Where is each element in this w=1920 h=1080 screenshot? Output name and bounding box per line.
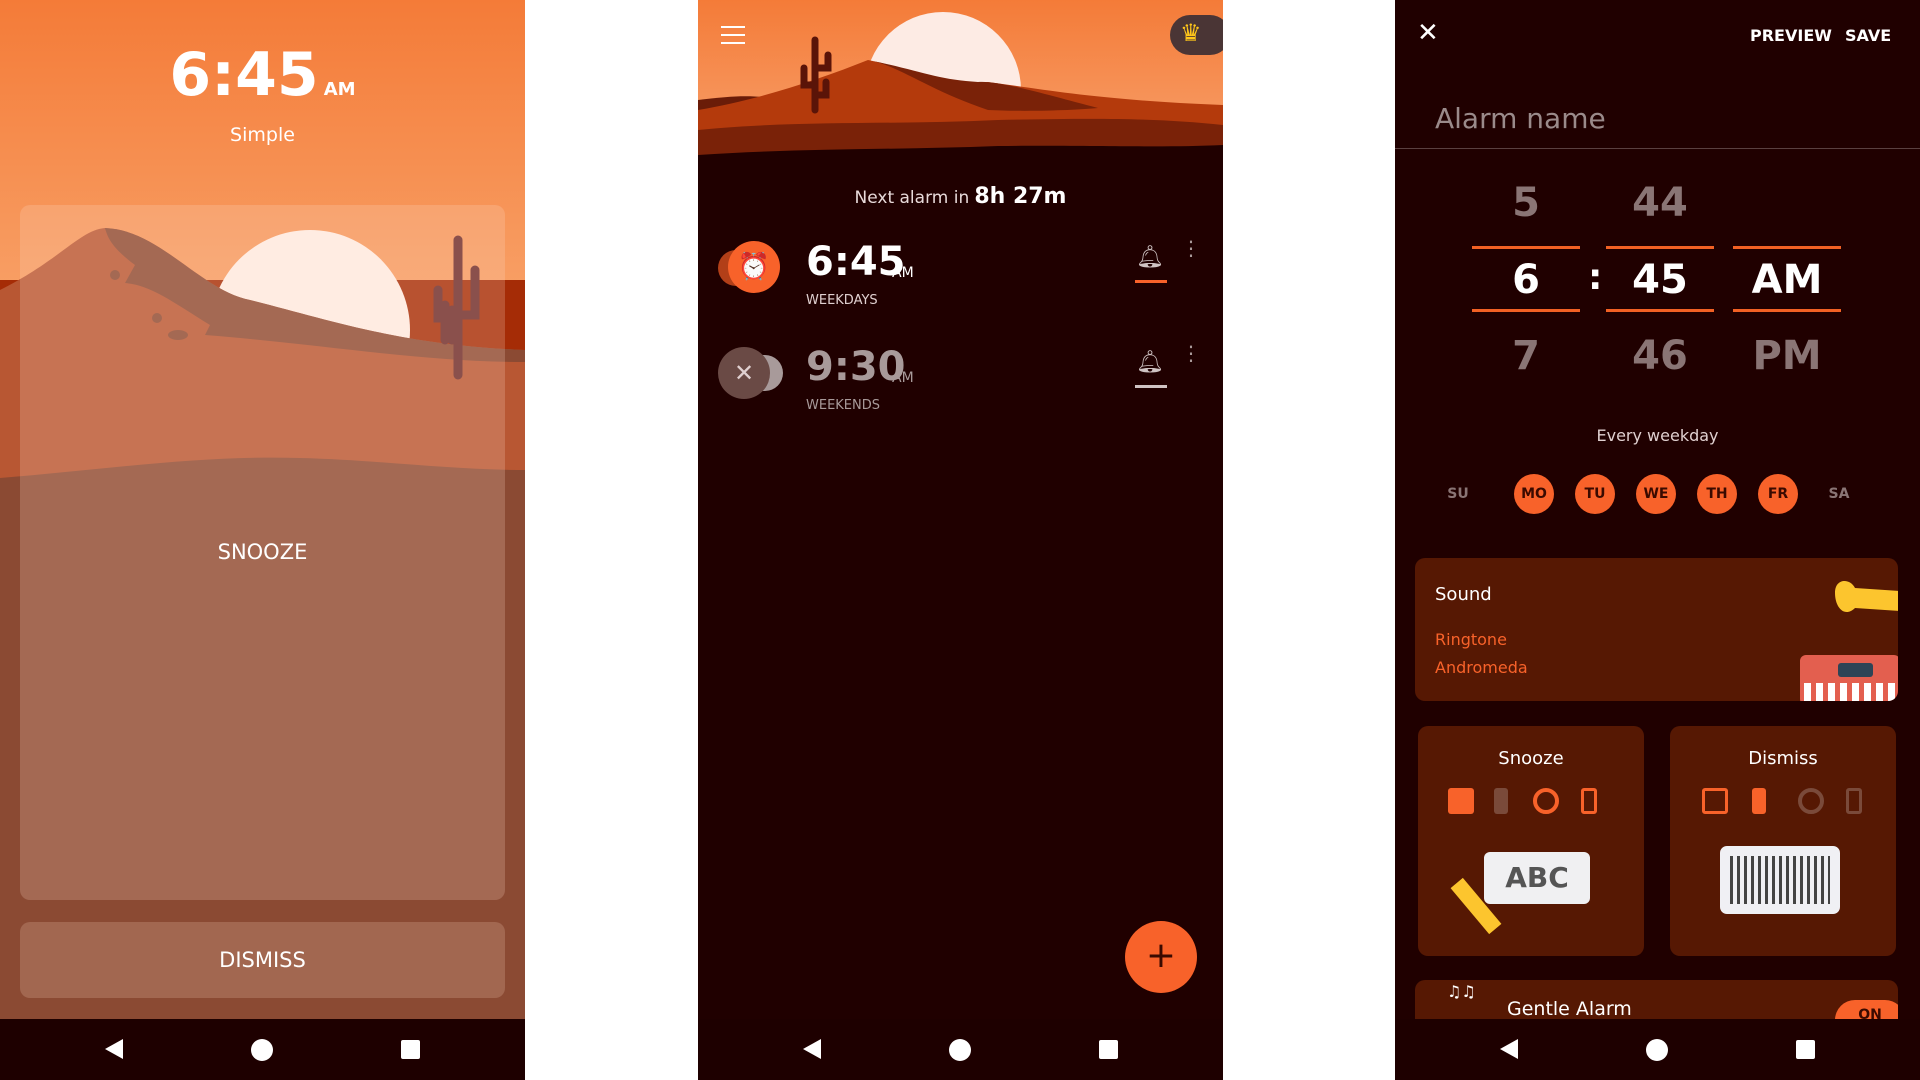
alarm-clock-icon[interactable]: ⏰ <box>728 241 780 293</box>
alarm-list-screen: ♛ Next alarm in 8h 27m ⏰ 6:45 AM WEEKDAY… <box>698 0 1223 1080</box>
minute-selected[interactable]: 45 <box>1606 257 1714 303</box>
recents-icon[interactable] <box>401 1040 420 1059</box>
nav-bar <box>1395 1019 1920 1080</box>
snooze-label: SNOOZE <box>217 540 308 564</box>
alarm-time: 6:45 <box>806 239 906 285</box>
back-icon[interactable] <box>105 1039 123 1059</box>
barcode-illustration <box>1720 846 1840 914</box>
dismiss-card[interactable]: Dismiss <box>1670 726 1896 956</box>
menu-button[interactable] <box>721 26 746 46</box>
time-separator: : <box>1588 257 1603 298</box>
picker-line <box>1472 246 1580 249</box>
back-icon[interactable] <box>803 1039 821 1059</box>
day-thursday[interactable]: TH <box>1697 474 1737 514</box>
home-icon[interactable] <box>949 1039 971 1061</box>
next-alarm-info: Next alarm in 8h 27m <box>698 184 1223 209</box>
recents-icon[interactable] <box>1796 1040 1815 1059</box>
menu-icon <box>721 26 745 28</box>
volume-button-icon <box>1494 788 1508 814</box>
instruments-illustration <box>1800 581 1898 701</box>
abc-puzzle-illustration: ABC <box>1484 852 1590 904</box>
menu-icon-bar <box>721 42 745 44</box>
power-button-icon <box>1533 788 1559 814</box>
volume-button-icon <box>1752 788 1766 814</box>
dismiss-label: DISMISS <box>219 948 306 972</box>
bell-icon[interactable]: 🔔︎ <box>1136 350 1164 375</box>
minute-next[interactable]: 46 <box>1606 333 1714 379</box>
sound-title: Sound <box>1435 584 1492 605</box>
disabled-x-icon[interactable]: ✕ <box>718 347 770 399</box>
dismiss-button[interactable]: DISMISS <box>20 922 505 998</box>
premium-button[interactable]: ♛ <box>1170 15 1223 55</box>
alarm-ampm: AM <box>892 370 914 386</box>
menu-icon-bar <box>721 34 745 36</box>
snooze-card[interactable]: Snooze ABC <box>1418 726 1644 956</box>
dismiss-title: Dismiss <box>1748 748 1818 769</box>
home-icon[interactable] <box>251 1039 273 1061</box>
shake-icon <box>1581 788 1597 814</box>
close-icon[interactable]: ✕ <box>1417 18 1439 48</box>
alarm-repeat: WEEKDAYS <box>806 293 878 308</box>
alarm-name-input[interactable]: Alarm name <box>1435 102 1606 135</box>
music-notes-icon: ♫♫ <box>1447 982 1476 1001</box>
repeat-summary: Every weekday <box>1596 426 1719 445</box>
shake-icon <box>1846 788 1862 814</box>
picker-line <box>1606 309 1714 312</box>
alarm-row[interactable]: ⏰ 6:45 AM WEEKDAYS 🔔︎ ⋮ <box>698 235 1223 320</box>
alarm-ringing-screen: SNOOZE DISMISS 6:45 AM Simple <box>0 0 525 1080</box>
alarm-ampm: AM <box>892 265 914 281</box>
hour-prev[interactable]: 5 <box>1472 180 1580 226</box>
desert-header-illustration <box>698 0 1223 170</box>
home-icon[interactable] <box>1646 1039 1668 1061</box>
crown-icon: ♛ <box>1180 19 1202 47</box>
hour-next[interactable]: 7 <box>1472 333 1580 379</box>
sound-name: Andromeda <box>1435 658 1528 677</box>
ringing-time: 6:45 AM <box>0 40 525 110</box>
alarm-editor-screen: ✕ PREVIEW SAVE Alarm name 5 6 7 : 44 45 … <box>1395 0 1920 1080</box>
back-icon[interactable] <box>1500 1039 1518 1059</box>
snooze-title: Snooze <box>1498 748 1564 769</box>
more-options-icon[interactable]: ⋮ <box>1181 238 1201 258</box>
hour-selected[interactable]: 6 <box>1472 257 1580 303</box>
sound-indicator <box>1135 280 1167 283</box>
gentle-alarm-title: Gentle Alarm <box>1507 998 1632 1020</box>
day-wednesday[interactable]: WE <box>1636 474 1676 514</box>
alarm-time: 9:30 <box>806 344 906 390</box>
next-alarm-value: 8h 27m <box>974 184 1067 209</box>
ampm-next[interactable]: PM <box>1733 333 1841 379</box>
save-button[interactable]: SAVE <box>1845 26 1891 45</box>
day-saturday[interactable]: SA <box>1819 474 1859 514</box>
picker-line <box>1606 246 1714 249</box>
day-sunday[interactable]: SU <box>1438 474 1478 514</box>
picker-line <box>1472 309 1580 312</box>
day-tuesday[interactable]: TU <box>1575 474 1615 514</box>
sound-indicator <box>1135 385 1167 388</box>
nav-bar <box>0 1019 525 1080</box>
alarm-repeat: WEEKENDS <box>806 398 881 413</box>
time-ampm: AM <box>323 79 356 100</box>
day-friday[interactable]: FR <box>1758 474 1798 514</box>
screen-button-icon <box>1702 788 1728 814</box>
sound-type: Ringtone <box>1435 630 1507 649</box>
picker-line <box>1733 309 1841 312</box>
time-value: 6:45 <box>169 40 319 110</box>
nav-bar <box>698 1019 1223 1080</box>
divider <box>1395 148 1920 149</box>
preview-button[interactable]: PREVIEW <box>1750 26 1832 45</box>
alarm-label: Simple <box>230 124 295 146</box>
screen-button-icon <box>1448 788 1474 814</box>
recents-icon[interactable] <box>1099 1040 1118 1059</box>
more-options-icon[interactable]: ⋮ <box>1181 343 1201 363</box>
add-alarm-button[interactable]: + <box>1125 921 1197 993</box>
day-monday[interactable]: MO <box>1514 474 1554 514</box>
alarm-row[interactable]: ✕ 9:30 AM WEEKENDS 🔔︎ ⋮ <box>698 340 1223 425</box>
snooze-button[interactable]: SNOOZE <box>20 205 505 900</box>
ampm-selected[interactable]: AM <box>1733 257 1841 303</box>
minute-prev[interactable]: 44 <box>1606 180 1714 226</box>
bell-icon[interactable]: 🔔︎ <box>1136 245 1164 270</box>
picker-line <box>1733 246 1841 249</box>
sound-card[interactable]: Sound Ringtone Andromeda <box>1415 558 1898 701</box>
power-button-icon <box>1798 788 1824 814</box>
next-alarm-prefix: Next alarm in <box>854 188 970 208</box>
